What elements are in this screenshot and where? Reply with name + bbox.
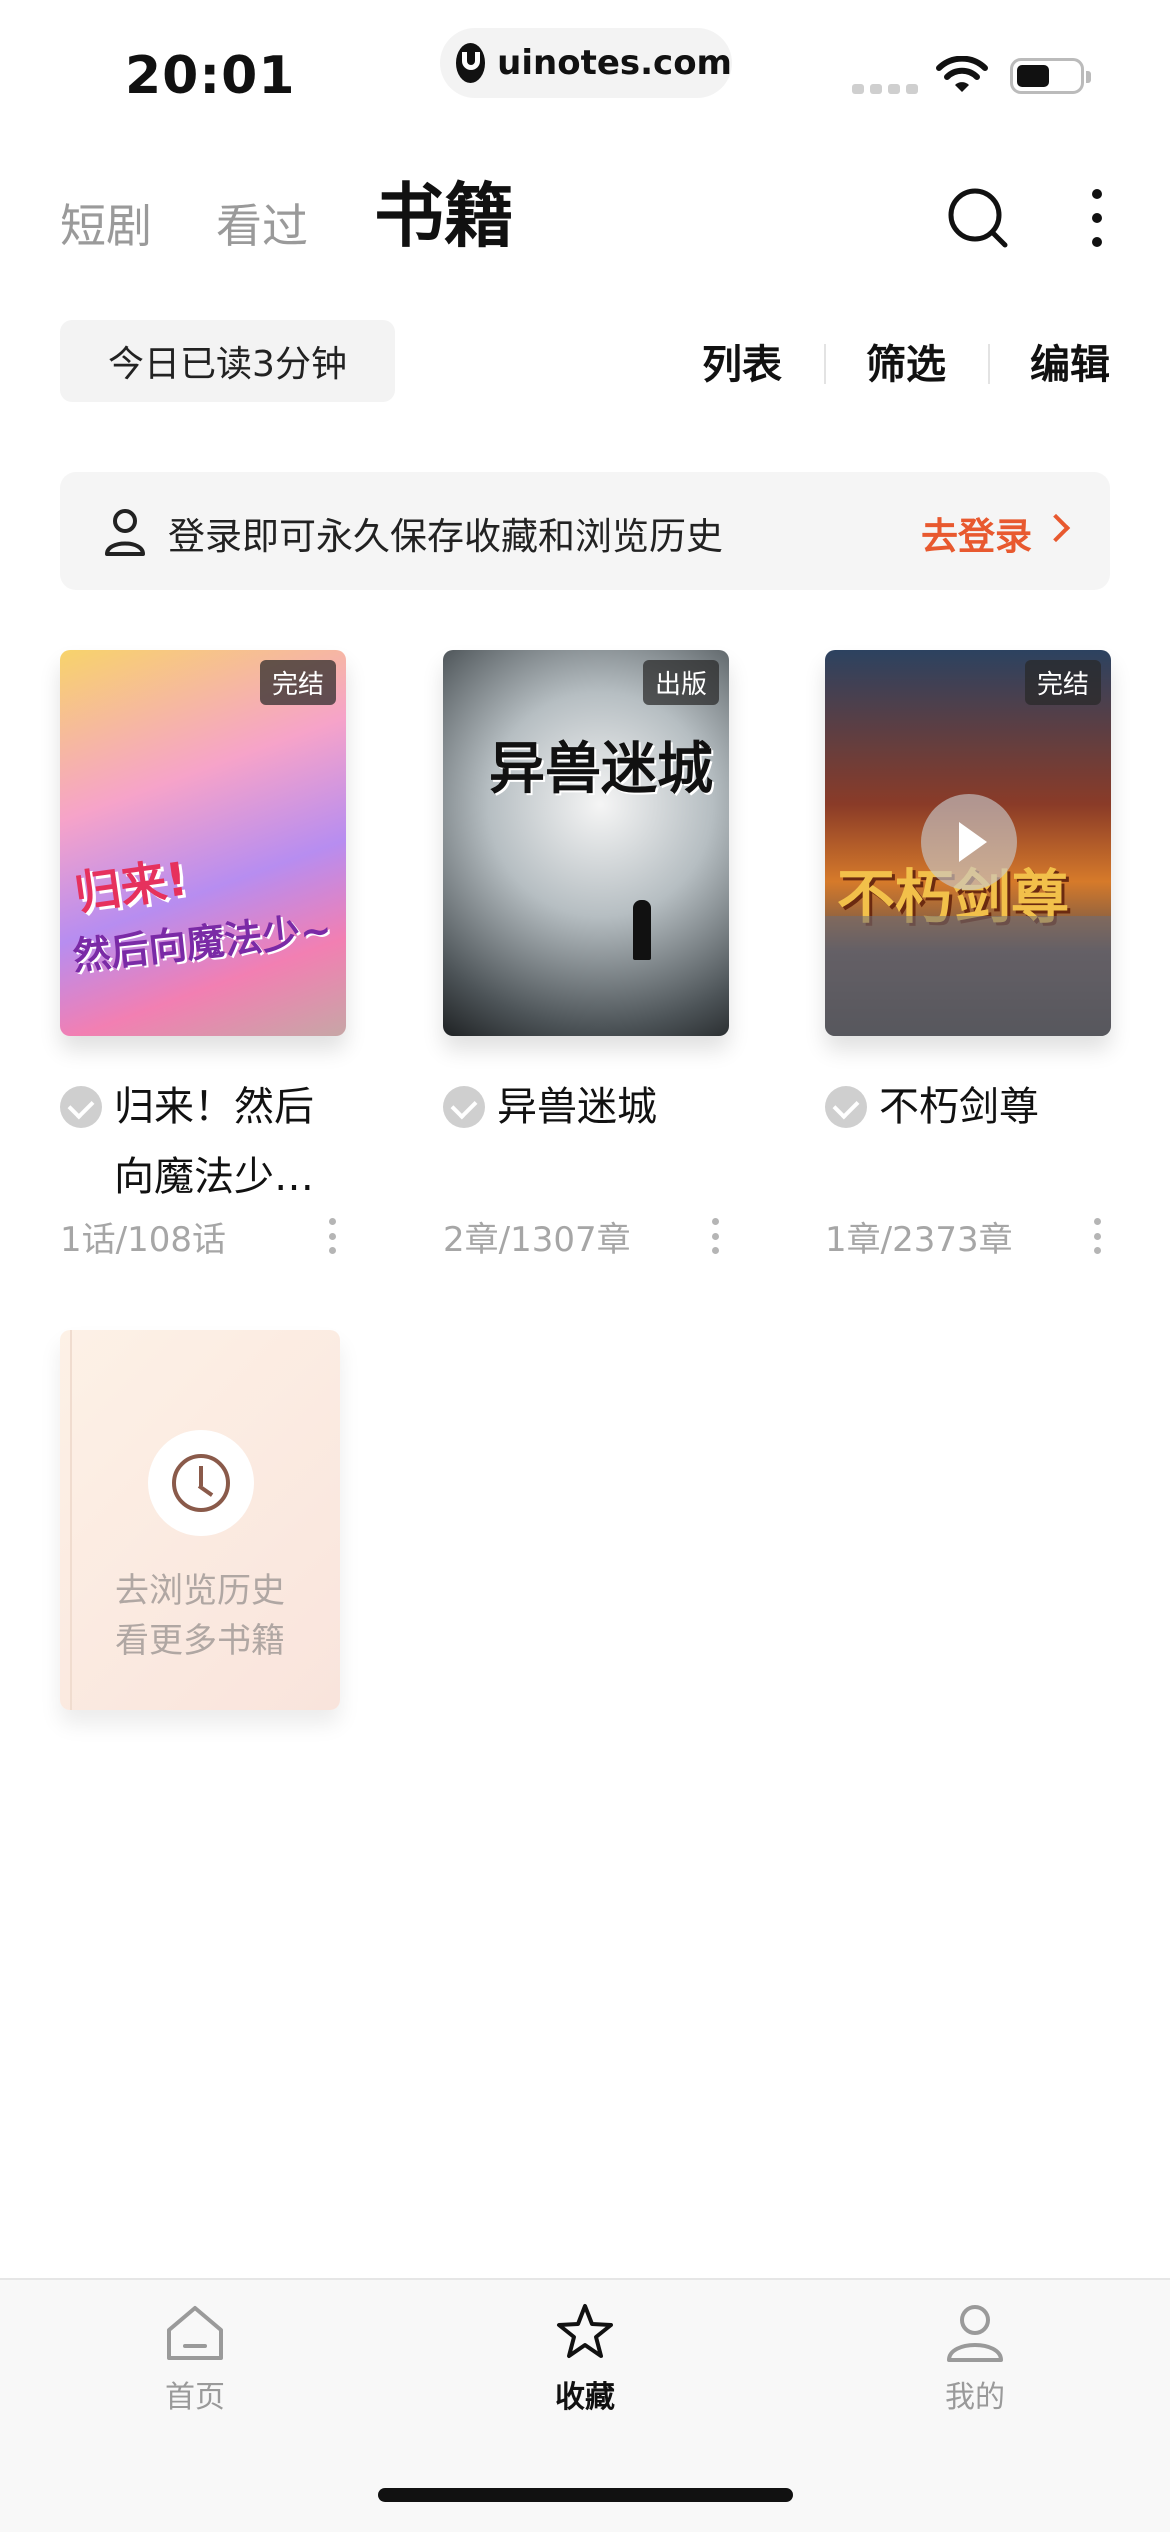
- tab-watched[interactable]: 看过: [216, 190, 308, 256]
- cover-title-text: 归来!: [71, 851, 191, 921]
- site-logo-icon: [456, 43, 486, 83]
- home-indicator: [378, 2488, 793, 2502]
- nav-me[interactable]: 我的: [875, 2300, 1075, 2416]
- check-icon[interactable]: [60, 1086, 102, 1128]
- more-vertical-icon[interactable]: [1094, 1218, 1111, 1254]
- search-icon[interactable]: [945, 185, 1011, 251]
- book-card[interactable]: 不朽剑尊 完结 不朽剑尊 1章/2373章: [825, 650, 1111, 1260]
- status-badge: 出版: [642, 660, 719, 705]
- nav-me-label: 我的: [945, 2380, 1005, 2415]
- book-card[interactable]: 归来! 然后向魔法少~ 完结 归来！然后向魔法少女… 1话/108话: [60, 650, 346, 1260]
- book-card[interactable]: 异兽迷城 出版 异兽迷城 2章/1307章: [443, 650, 729, 1260]
- person-icon: [947, 2305, 1003, 2362]
- star-icon: [557, 2304, 613, 2358]
- history-card-text: 去浏览历史 看更多书籍: [60, 1566, 340, 1666]
- tab-short-drama[interactable]: 短剧: [60, 190, 152, 256]
- browse-history-card[interactable]: 去浏览历史 看更多书籍: [60, 1330, 340, 1710]
- nav-favorites[interactable]: 收藏: [485, 2300, 685, 2416]
- cover-figure: [633, 900, 651, 960]
- book-title[interactable]: 异兽迷城: [443, 1072, 729, 1142]
- clock-icon: [148, 1430, 254, 1536]
- book-title[interactable]: 不朽剑尊: [825, 1072, 1111, 1142]
- more-vertical-icon[interactable]: [329, 1218, 346, 1254]
- book-progress-row: 2章/1307章: [443, 1216, 729, 1260]
- tab-books[interactable]: 书籍: [374, 160, 514, 261]
- toolbar-actions: 列表 筛选 编辑: [660, 330, 1110, 392]
- battery-icon: [1010, 58, 1091, 94]
- cover-title-text: 异兽迷城: [489, 737, 713, 802]
- chevron-right-icon: [1041, 513, 1071, 543]
- book-title-text: 不朽剑尊: [879, 1084, 1039, 1130]
- home-icon: [167, 2306, 223, 2360]
- book-cover[interactable]: 不朽剑尊 完结: [825, 650, 1111, 1036]
- book-progress-row: 1话/108话: [60, 1216, 346, 1260]
- book-cover[interactable]: 异兽迷城 出版: [443, 650, 729, 1036]
- book-cover[interactable]: 归来! 然后向魔法少~ 完结: [60, 650, 346, 1036]
- list-view-button[interactable]: 列表: [660, 332, 824, 390]
- book-title[interactable]: 归来！然后向魔法少女…: [60, 1072, 346, 1212]
- status-bar: 20:01 uinotes.com: [0, 0, 1170, 140]
- signal-icon: [852, 84, 918, 94]
- login-link[interactable]: 去登录: [921, 506, 1032, 560]
- url-pill[interactable]: uinotes.com: [440, 28, 732, 98]
- read-time-chip[interactable]: 今日已读3分钟: [60, 320, 395, 402]
- check-icon[interactable]: [443, 1086, 485, 1128]
- book-progress: 1话/108话: [60, 1219, 226, 1260]
- status-badge: 完结: [259, 660, 336, 705]
- more-vertical-icon[interactable]: [712, 1218, 729, 1254]
- user-icon: [105, 509, 145, 556]
- book-progress: 2章/1307章: [443, 1219, 631, 1260]
- filter-button[interactable]: 筛选: [824, 332, 988, 390]
- book-title-text: 归来！然后向魔法少女…: [114, 1084, 314, 1200]
- history-line-2: 看更多书籍: [115, 1621, 285, 1661]
- status-badge: 完结: [1024, 660, 1101, 705]
- book-progress-row: 1章/2373章: [825, 1216, 1111, 1260]
- wifi-icon: [936, 56, 988, 92]
- nav-home[interactable]: 首页: [95, 2300, 295, 2416]
- history-line-1: 去浏览历史: [115, 1571, 285, 1611]
- book-title-text: 异兽迷城: [497, 1084, 657, 1130]
- login-banner-text: 登录即可永久保存收藏和浏览历史: [168, 515, 723, 558]
- book-progress: 1章/2373章: [825, 1219, 1013, 1260]
- more-options-icon[interactable]: [1082, 185, 1112, 251]
- play-icon[interactable]: [921, 794, 1017, 890]
- url-text: uinotes.com: [497, 43, 732, 83]
- nav-favorites-label: 收藏: [555, 2380, 615, 2415]
- login-banner[interactable]: 登录即可永久保存收藏和浏览历史 去登录: [60, 472, 1110, 590]
- cover-fade: [825, 916, 1111, 1036]
- check-icon[interactable]: [825, 1086, 867, 1128]
- nav-home-label: 首页: [165, 2380, 225, 2415]
- edit-button[interactable]: 编辑: [988, 332, 1110, 390]
- status-time: 20:01: [125, 46, 296, 106]
